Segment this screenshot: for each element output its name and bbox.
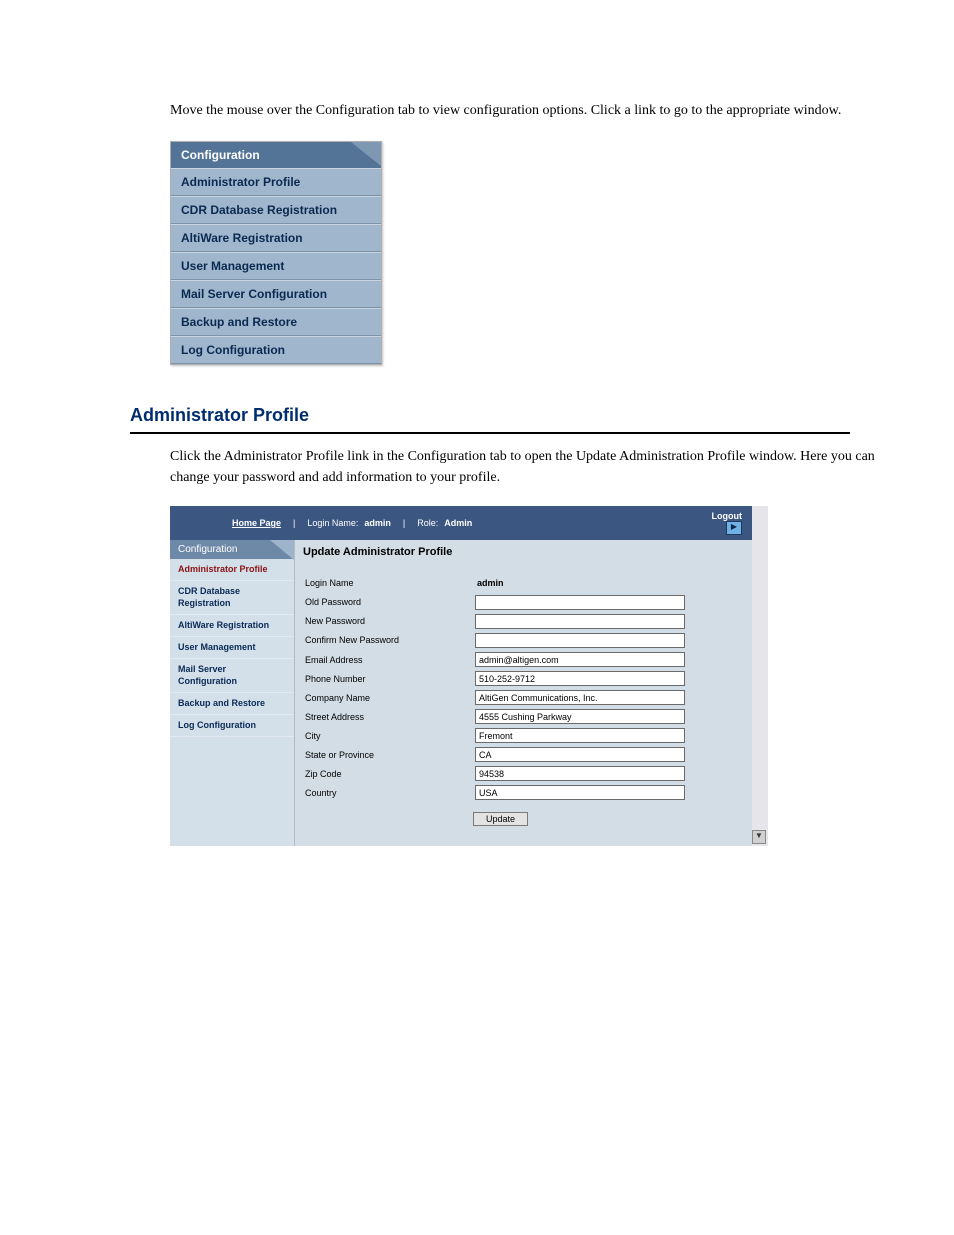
page-title: Update Administrator Profile: [303, 546, 748, 558]
home-link[interactable]: Home Page: [232, 518, 281, 528]
side-tab-configuration: Configuration: [170, 540, 294, 559]
label-confirm-password: Confirm New Password: [303, 632, 475, 649]
menu-item-admin-profile[interactable]: Administrator Profile: [171, 168, 381, 196]
confirm-password-input[interactable]: [475, 633, 685, 648]
login-name-value: admin: [364, 518, 391, 528]
zip-input[interactable]: [475, 766, 685, 781]
intro-paragraph: Move the mouse over the Configuration ta…: [170, 100, 890, 121]
section-heading: Administrator Profile: [130, 405, 850, 426]
scroll-down-icon[interactable]: ▼: [752, 830, 766, 844]
label-login-name: Login Name: [303, 575, 475, 591]
row-street: Street Address: [303, 709, 744, 725]
label-old-password: Old Password: [303, 594, 475, 610]
row-company: Company Name: [303, 690, 744, 706]
config-menu-header: Configuration: [171, 142, 381, 168]
section-rule: [130, 432, 850, 434]
side-link-cdr-registration[interactable]: CDR Database Registration: [170, 581, 294, 615]
side-link-mail-server[interactable]: Mail Server Configuration: [170, 659, 294, 693]
app-side-nav: Configuration Administrator Profile CDR …: [170, 540, 295, 846]
street-input[interactable]: [475, 709, 685, 724]
label-zip: Zip Code: [303, 766, 475, 782]
login-name-label: Login Name:: [307, 518, 358, 528]
row-confirm-password: Confirm New Password: [303, 632, 744, 649]
row-country: Country: [303, 785, 744, 801]
admin-profile-form: Login Name admin Old Password New Passwo…: [303, 566, 748, 836]
row-old-password: Old Password: [303, 594, 744, 610]
button-row: Update: [303, 804, 744, 826]
company-input[interactable]: [475, 690, 685, 705]
state-input[interactable]: [475, 747, 685, 762]
label-country: Country: [303, 785, 475, 801]
side-link-altiware-reg[interactable]: AltiWare Registration: [170, 615, 294, 637]
label-state: State or Province: [303, 747, 475, 763]
old-password-input[interactable]: [475, 595, 685, 610]
sep2: |: [403, 518, 405, 528]
side-link-backup-restore[interactable]: Backup and Restore: [170, 693, 294, 715]
sep1: |: [293, 518, 295, 528]
menu-item-altiware-reg[interactable]: AltiWare Registration: [171, 224, 381, 252]
menu-item-mail-server[interactable]: Mail Server Configuration: [171, 280, 381, 308]
label-city: City: [303, 728, 475, 744]
menu-item-user-mgmt[interactable]: User Management: [171, 252, 381, 280]
value-login-name: admin: [475, 575, 506, 591]
app-top-bar: Home Page | Login Name: admin | Role: Ad…: [170, 506, 752, 540]
role-value: Admin: [444, 518, 472, 528]
new-password-input[interactable]: [475, 614, 685, 629]
update-button[interactable]: Update: [473, 812, 528, 826]
label-phone: Phone Number: [303, 671, 475, 687]
document-page: Move the mouse over the Configuration ta…: [0, 0, 954, 1235]
side-link-log-config[interactable]: Log Configuration: [170, 715, 294, 737]
menu-item-cdr-registration[interactable]: CDR Database Registration: [171, 196, 381, 224]
section-body: Click the Administrator Profile link in …: [170, 446, 890, 488]
side-link-admin-profile[interactable]: Administrator Profile: [170, 559, 294, 581]
role-label: Role:: [417, 518, 438, 528]
app-body: Configuration Administrator Profile CDR …: [170, 540, 752, 846]
top-bar-right: Logout ▶: [712, 511, 743, 535]
app-screenshot: Home Page | Login Name: admin | Role: Ad…: [170, 506, 768, 846]
side-link-user-mgmt[interactable]: User Management: [170, 637, 294, 659]
label-email: Email Address: [303, 652, 475, 668]
country-input[interactable]: [475, 785, 685, 800]
logout-go-button[interactable]: ▶: [726, 521, 742, 535]
label-company: Company Name: [303, 690, 475, 706]
email-input[interactable]: [475, 652, 685, 667]
phone-input[interactable]: [475, 671, 685, 686]
row-state: State or Province: [303, 747, 744, 763]
label-new-password: New Password: [303, 613, 475, 629]
city-input[interactable]: [475, 728, 685, 743]
logout-link[interactable]: Logout: [712, 511, 743, 521]
menu-item-backup-restore[interactable]: Backup and Restore: [171, 308, 381, 336]
app-main: Update Administrator Profile Login Name …: [295, 540, 752, 846]
config-menu: Configuration Administrator Profile CDR …: [170, 141, 382, 365]
menu-item-log-config[interactable]: Log Configuration: [171, 336, 381, 364]
row-login-name: Login Name admin: [303, 575, 744, 591]
row-phone: Phone Number: [303, 671, 744, 687]
row-email: Email Address: [303, 652, 744, 668]
label-street: Street Address: [303, 709, 475, 725]
top-bar-left: Home Page | Login Name: admin | Role: Ad…: [180, 518, 712, 528]
row-zip: Zip Code: [303, 766, 744, 782]
row-new-password: New Password: [303, 613, 744, 629]
row-city: City: [303, 728, 744, 744]
